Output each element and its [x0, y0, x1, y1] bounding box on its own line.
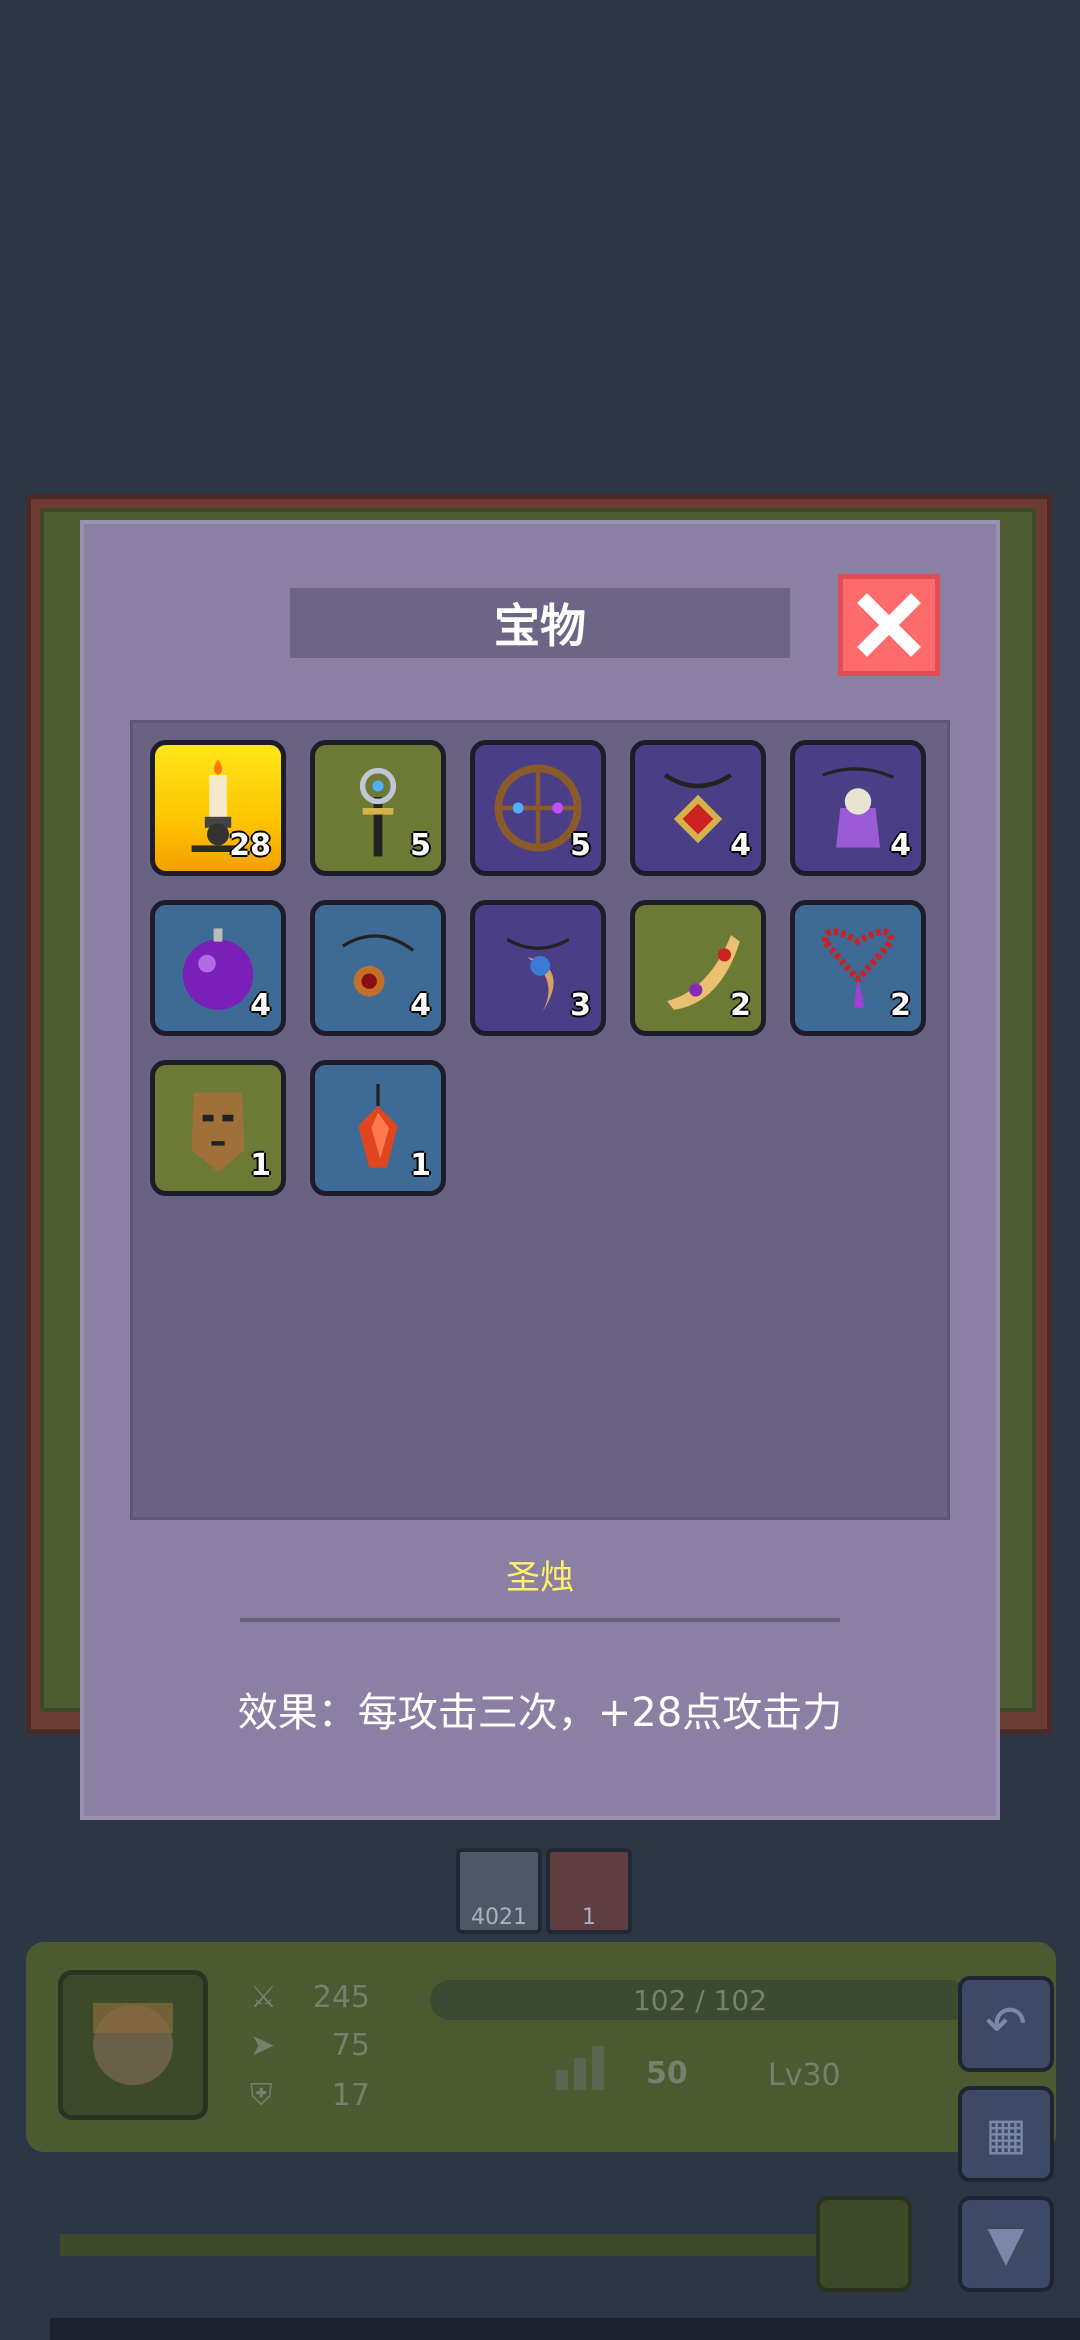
treasure-count: 1	[250, 1148, 271, 1183]
experience-bar	[60, 2234, 820, 2256]
divider	[240, 1618, 840, 1622]
discard-card[interactable]: 1	[546, 1848, 632, 1934]
treasure-slot-golden-gem-boomerang[interactable]: 2	[630, 900, 766, 1036]
deck-card-count: 4021	[456, 1848, 542, 1934]
defense-stat: ⛨ 17	[250, 2078, 370, 2113]
speed-stat: ➤ 75	[250, 2028, 370, 2063]
treasure-slot-skull-bottle[interactable]: 4	[790, 740, 926, 876]
close-button[interactable]	[838, 574, 940, 676]
shield-icon: ⛨	[250, 2078, 273, 2113]
treasure-slot-cross-scepter[interactable]: 5	[310, 740, 446, 876]
hero-portrait-icon	[93, 2003, 173, 2085]
level-text: Lv30	[768, 2058, 841, 2093]
modal-title: 宝物	[290, 588, 790, 658]
power-chart-icon	[556, 2046, 604, 2090]
deck-card[interactable]: 4021	[456, 1848, 542, 1934]
treasure-count: 1	[410, 1148, 431, 1183]
treasure-slot-bead-necklace[interactable]: 2	[790, 900, 926, 1036]
bottom-strip	[50, 2318, 1080, 2340]
treasure-count: 2	[890, 988, 911, 1023]
selected-item-effect: 效果：每攻击三次，+28点攻击力	[237, 1690, 843, 1736]
treasure-count: 5	[410, 828, 431, 863]
treasure-count: 4	[410, 988, 431, 1023]
modal-title-text: 宝物	[494, 599, 586, 653]
treasure-slot-red-crystal[interactable]: 1	[310, 1060, 446, 1196]
discard-card-count: 1	[546, 1848, 632, 1934]
treasure-slot-purple-orb[interactable]: 4	[150, 900, 286, 1036]
hero-avatar[interactable]	[58, 1970, 208, 2120]
collapse-button[interactable]: ▼	[958, 2196, 1054, 2292]
attack-stat: ⚔ 245	[250, 1980, 370, 2015]
hp-bar: 102 / 102	[430, 1980, 970, 2020]
close-x-icon	[857, 593, 921, 657]
treasure-count: 4	[730, 828, 751, 863]
defense-value: 17	[331, 2078, 370, 2113]
speed-value: 75	[331, 2028, 370, 2063]
selected-item-name: 圣烛	[506, 1558, 574, 1598]
attack-value: 245	[312, 1980, 370, 2015]
treasure-slot-round-wheel[interactable]: 5	[470, 740, 606, 876]
treasure-slot-diamond-amulet[interactable]: 4	[630, 740, 766, 876]
companion-avatar[interactable]	[816, 2196, 912, 2292]
treasure-slot-tribal-mask[interactable]: 1	[150, 1060, 286, 1196]
boot-icon: ➤	[250, 2028, 276, 2063]
triangle-down-icon: ▼	[987, 2216, 1025, 2272]
treasure-slot-holy-candle[interactable]: 28	[150, 740, 286, 876]
treasure-count: 2	[730, 988, 751, 1023]
sword-icon: ⚔	[250, 1980, 277, 2015]
treasure-count: 3	[570, 988, 591, 1023]
hp-text: 102 / 102	[632, 1983, 768, 2017]
undo-button[interactable]: ↶	[958, 1976, 1054, 2072]
treasure-count: 4	[890, 828, 911, 863]
treasure-slot-red-gem-necklace[interactable]: 4	[310, 900, 446, 1036]
bag-icon: ▦	[985, 2108, 1027, 2160]
bag-button[interactable]: ▦	[958, 2086, 1054, 2182]
undo-arrow-icon: ↶	[985, 1995, 1027, 2053]
power-value: 50	[646, 2056, 688, 2091]
treasure-count: 5	[570, 828, 591, 863]
treasure-count: 4	[250, 988, 271, 1023]
treasure-slot-blue-eye-fang[interactable]: 3	[470, 900, 606, 1036]
treasure-count: 28	[229, 828, 271, 863]
